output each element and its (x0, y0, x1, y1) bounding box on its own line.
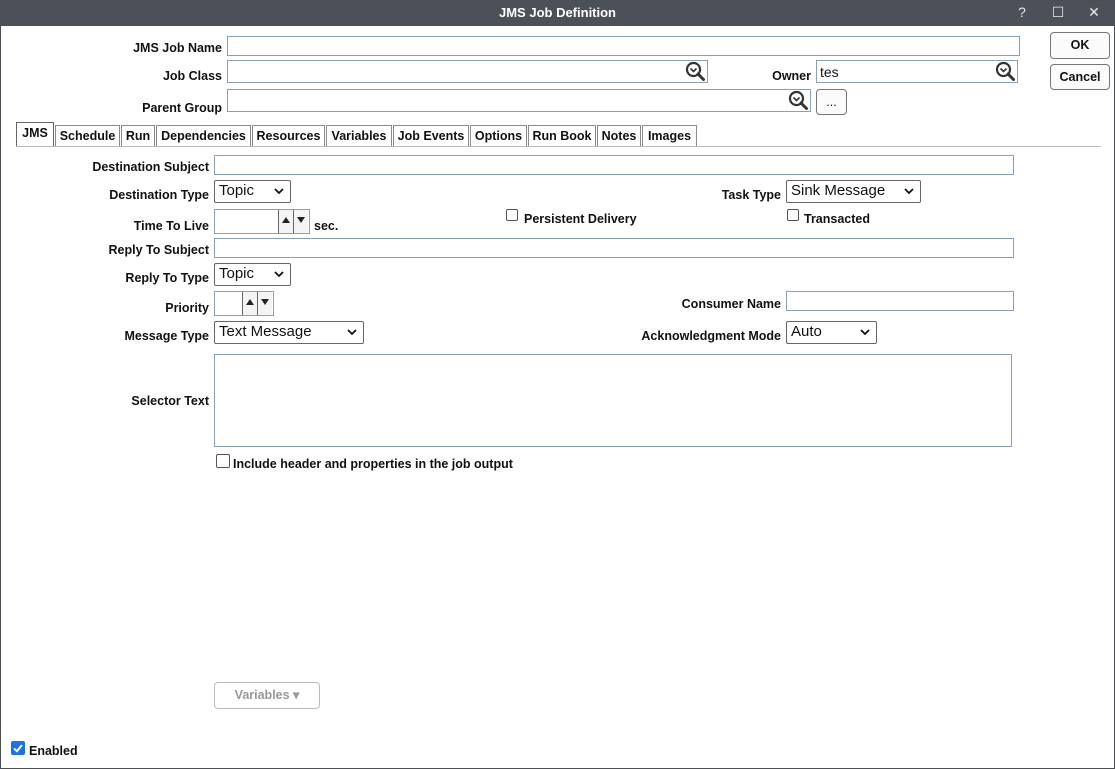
destination-subject-label: Destination Subject (92, 160, 209, 174)
owner-search-icon[interactable] (995, 61, 1015, 81)
reply-to-subject-input[interactable] (214, 238, 1014, 258)
close-icon[interactable]: ✕ (1083, 2, 1105, 24)
tab-notes[interactable]: Notes (597, 125, 641, 146)
message-type-label: Message Type (124, 329, 209, 343)
job-name-input[interactable] (227, 36, 1020, 56)
tab-dependencies[interactable]: Dependencies (156, 125, 251, 146)
consumer-name-label: Consumer Name (681, 297, 781, 311)
transacted-checkbox[interactable] (787, 209, 799, 221)
persistent-delivery-label: Persistent Delivery (524, 212, 637, 226)
title-bar[interactable]: JMS Job Definition ? ☐ ✕ (1, 1, 1114, 26)
reply-to-type-select[interactable]: Topic (214, 263, 291, 286)
triangle-down-icon (297, 217, 305, 223)
message-type-select[interactable]: Text Message (214, 321, 364, 344)
tab-run-book[interactable]: Run Book (528, 125, 596, 146)
reply-to-type-label: Reply To Type (125, 271, 209, 285)
tab-variables[interactable]: Variables (326, 125, 392, 146)
tab-resources[interactable]: Resources (252, 125, 325, 146)
window-title: JMS Job Definition (499, 5, 616, 20)
triangle-up-icon (246, 299, 254, 305)
destination-type-value: Topic (219, 182, 255, 199)
destination-type-select[interactable]: Topic (214, 180, 291, 203)
parent-group-search-icon[interactable] (788, 90, 808, 110)
selector-text-label: Selector Text (131, 394, 209, 408)
time-to-live-down-button[interactable] (293, 210, 308, 233)
time-to-live-unit: sec. (314, 219, 339, 233)
selector-text-area[interactable] (214, 354, 1012, 447)
tab-options[interactable]: Options (470, 125, 527, 146)
parent-group-input[interactable] (227, 89, 811, 112)
job-class-search-icon[interactable] (685, 61, 705, 81)
job-class-label: Job Class (162, 69, 222, 83)
tab-schedule[interactable]: Schedule (55, 125, 120, 146)
reply-to-type-value: Topic (219, 265, 255, 282)
time-to-live-input[interactable] (215, 210, 279, 233)
message-type-value: Text Message (219, 323, 312, 340)
destination-subject-input[interactable] (214, 155, 1014, 175)
task-type-select[interactable]: Sink Message (786, 180, 921, 203)
triangle-up-icon (282, 217, 290, 223)
time-to-live-spinner[interactable] (214, 209, 310, 234)
acknowledgment-mode-select[interactable]: Auto (786, 321, 877, 344)
tab-job-events[interactable]: Job Events (393, 125, 469, 146)
maximize-icon[interactable]: ☐ (1047, 2, 1069, 24)
chevron-down-icon (274, 271, 284, 278)
owner-label: Owner (772, 69, 811, 83)
include-header-label: Include header and properties in the job… (233, 457, 513, 471)
chevron-down-icon (904, 188, 914, 195)
acknowledgment-mode-label: Acknowledgment Mode (641, 329, 781, 343)
priority-label: Priority (165, 301, 209, 315)
task-type-label: Task Type (721, 188, 781, 202)
priority-down-button[interactable] (257, 292, 272, 315)
tab-divider (16, 146, 1101, 147)
jms-job-definition-window: JMS Job Definition ? ☐ ✕ JMS Job Name Jo… (0, 0, 1115, 769)
chevron-down-icon (347, 329, 357, 336)
priority-up-button[interactable] (242, 292, 257, 315)
consumer-name-input[interactable] (786, 291, 1014, 311)
include-header-checkbox[interactable] (216, 454, 230, 468)
parent-group-label: Parent Group (142, 101, 222, 115)
enabled-label: Enabled (29, 744, 78, 758)
job-name-label: JMS Job Name (133, 41, 222, 55)
job-class-input[interactable] (227, 60, 708, 83)
reply-to-subject-label: Reply To Subject (108, 243, 209, 257)
owner-input[interactable] (816, 60, 1018, 83)
tab-jms[interactable]: JMS (16, 122, 54, 147)
priority-input[interactable] (215, 292, 243, 315)
ok-button[interactable]: OK (1050, 32, 1110, 59)
time-to-live-up-button[interactable] (278, 210, 293, 233)
chevron-down-icon (860, 329, 870, 336)
persistent-delivery-checkbox[interactable] (506, 209, 518, 221)
enabled-checkbox[interactable] (11, 741, 25, 755)
tab-images[interactable]: Images (642, 125, 697, 146)
parent-group-browse-button[interactable]: ... (816, 89, 847, 115)
cancel-button[interactable]: Cancel (1050, 64, 1110, 90)
variables-button[interactable]: Variables ▾ (214, 682, 320, 709)
acknowledgment-mode-value: Auto (791, 323, 822, 340)
checkmark-icon (13, 744, 23, 753)
transacted-label: Transacted (804, 212, 871, 226)
priority-spinner[interactable] (214, 291, 274, 316)
task-type-value: Sink Message (791, 182, 886, 199)
triangle-down-icon (261, 299, 269, 305)
time-to-live-label: Time To Live (133, 219, 209, 233)
tab-run[interactable]: Run (121, 125, 155, 146)
destination-type-label: Destination Type (109, 188, 209, 202)
help-icon[interactable]: ? (1011, 2, 1033, 24)
chevron-down-icon (274, 188, 284, 195)
